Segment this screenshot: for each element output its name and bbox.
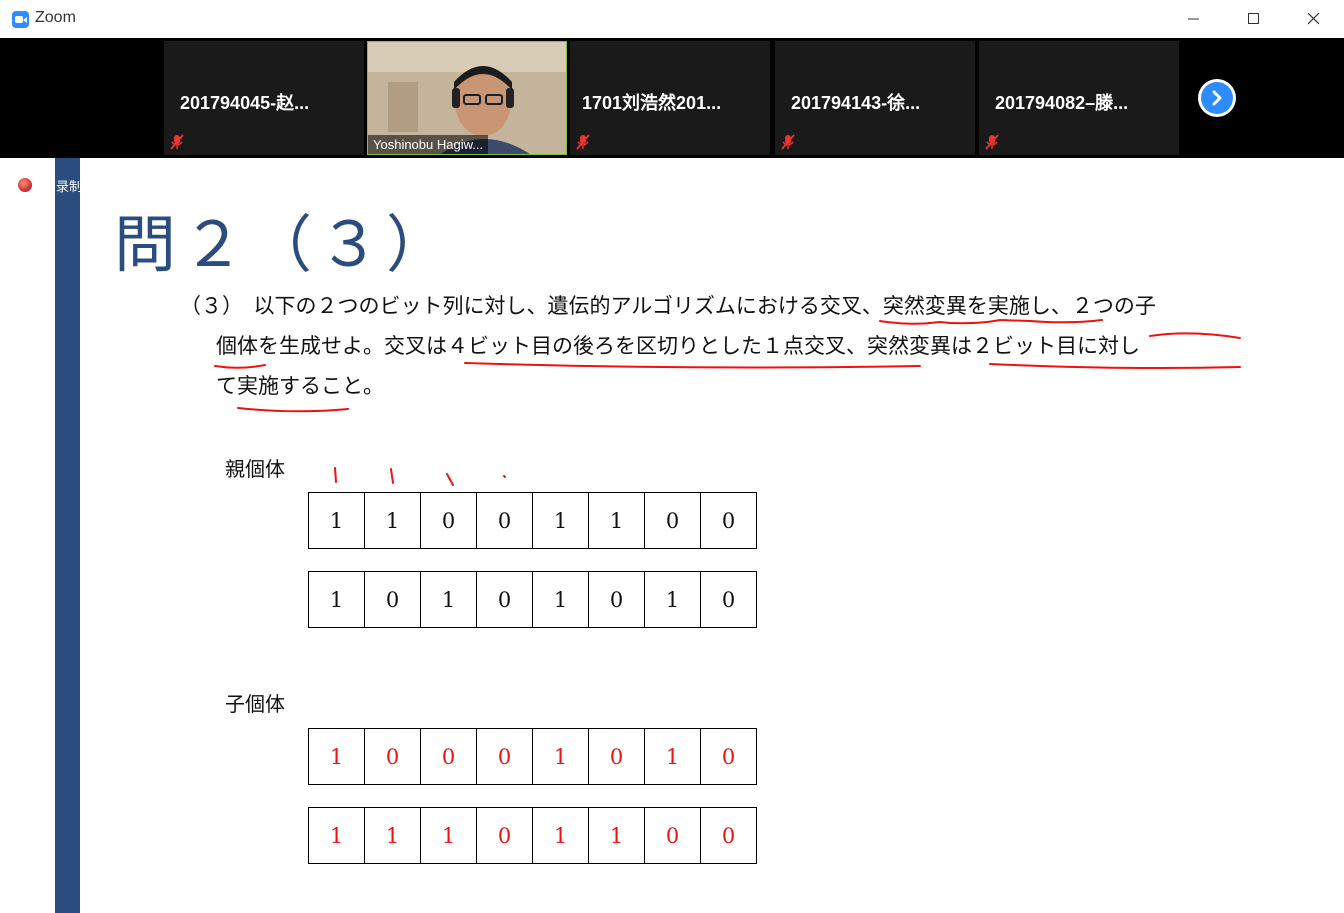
child-bitstring-1: 1 0 0 0 1 0 1 0 [308,728,757,785]
bit-cell: 1 [365,808,421,863]
bit-cell: 1 [533,808,589,863]
parent-bitstring-2: 1 0 1 0 1 0 1 0 [308,571,757,628]
muted-mic-icon [985,134,999,150]
muted-mic-icon [781,134,795,150]
tick-mark [503,475,506,478]
parent-label: 親個体 [225,457,285,481]
participant-tile[interactable]: 1701刘浩然201... [570,41,770,155]
bit-cell: 1 [589,808,645,863]
bit-cell: 1 [589,493,645,548]
slide-accent-bar [55,158,80,913]
bit-cell: 0 [477,808,533,863]
minimize-icon [1188,18,1199,20]
close-button[interactable] [1284,0,1344,38]
bit-cell: 1 [309,572,365,627]
bit-cell: 0 [589,572,645,627]
bit-cell: 1 [645,729,701,784]
bit-cell: 1 [533,729,589,784]
bit-cell: 0 [477,729,533,784]
maximize-button[interactable] [1224,0,1284,38]
problem-line: 個体を生成せよ。交叉は４ビット目の後ろを区切りとした１点交叉、突然変異は２ビット… [216,334,1140,358]
maximize-icon [1248,13,1259,24]
zoom-logo-icon [12,11,29,28]
slide-title: 問２（３） [114,208,455,281]
tick-mark [334,467,337,483]
bit-cell: 1 [365,493,421,548]
bit-cell: 1 [533,493,589,548]
bit-cell: 0 [701,808,757,863]
participant-name: 201794143-徐... [791,93,921,113]
participant-tile[interactable]: 201794045-赵... [164,41,364,155]
close-icon [1308,13,1320,25]
bit-cell: 0 [701,729,757,784]
muted-mic-icon [576,134,590,150]
bit-cell: 1 [645,572,701,627]
shared-screen: 录制 問２（３） （３） 以下の２つのビット列に対し、遺伝的アルゴリズムにおける… [0,158,1344,913]
bit-cell: 0 [421,493,477,548]
problem-text: （３） 以下の２つのビット列に対し、遺伝的アルゴリズムにおける交叉、突然変異を実… [180,286,1250,406]
parent-bitstring-1: 1 1 0 0 1 1 0 0 [308,492,757,549]
bit-cell: 0 [589,729,645,784]
bit-cell: 1 [421,572,477,627]
participant-video-tile[interactable]: Yoshinobu Hagiw... [367,41,567,155]
bit-cell: 0 [477,493,533,548]
bit-cell: 0 [421,729,477,784]
bit-cell: 0 [701,493,757,548]
next-page-button[interactable] [1198,79,1236,117]
title-bar: Zoom [0,0,1344,39]
child-bitstring-2: 1 1 1 0 1 1 0 0 [308,807,757,864]
tick-mark [390,468,394,484]
chevron-right-icon [1201,82,1233,114]
participant-tile[interactable]: 201794082–滕... [979,41,1179,155]
window-title: Zoom [35,9,76,26]
muted-mic-icon [170,134,184,150]
recording-label: 录制 [56,180,83,195]
child-label: 子個体 [225,692,285,716]
slide: 問２（３） （３） 以下の２つのビット列に対し、遺伝的アルゴリズムにおける交叉、… [80,158,1344,913]
bit-cell: 1 [309,808,365,863]
problem-line: （３） 以下の２つのビット列に対し、遺伝的アルゴリズムにおける交叉、突然変異を実… [180,294,1156,318]
tick-mark [446,473,454,486]
participant-tile[interactable]: 201794143-徐... [775,41,975,155]
minimize-button[interactable] [1164,0,1224,38]
participant-strip: 201794045-赵... Yoshinobu Hagiw... 1701刘浩… [0,38,1344,158]
bit-cell: 0 [365,572,421,627]
participant-name: 1701刘浩然201... [582,93,722,113]
bit-cell: 1 [309,729,365,784]
bit-cell: 0 [701,572,757,627]
participant-name: 201794082–滕... [995,93,1129,113]
bit-cell: 1 [309,493,365,548]
participant-name: 201794045-赵... [180,93,310,113]
bit-cell: 1 [533,572,589,627]
underline-mark [237,407,349,413]
bit-cell: 0 [477,572,533,627]
bit-cell: 1 [421,808,477,863]
record-icon [18,178,32,192]
bit-cell: 0 [645,493,701,548]
bit-cell: 0 [365,729,421,784]
problem-line: て実施すること。 [216,374,384,398]
bit-cell: 0 [645,808,701,863]
participant-name: Yoshinobu Hagiw... [368,135,489,154]
